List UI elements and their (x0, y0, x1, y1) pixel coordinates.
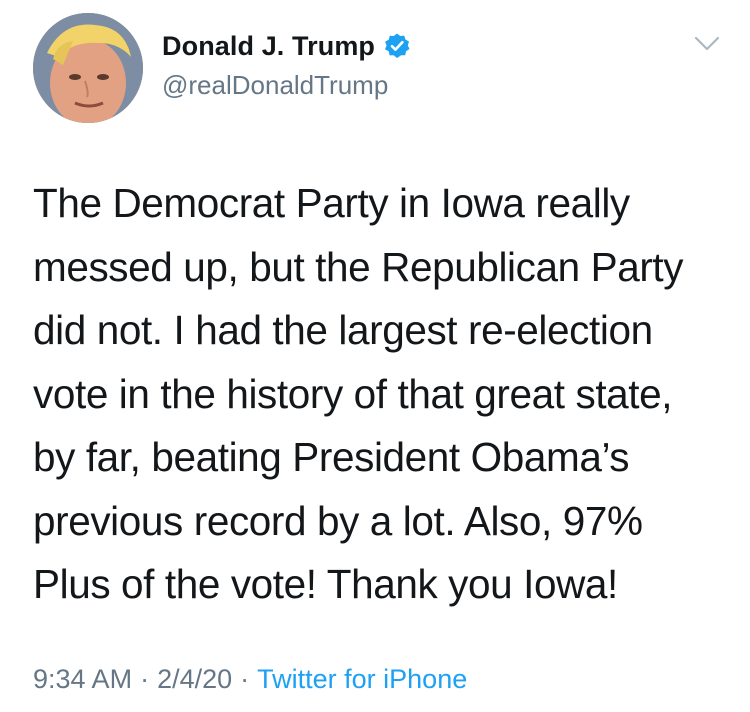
verified-badge-icon (383, 32, 411, 60)
chevron-down-icon[interactable] (694, 36, 720, 52)
tweet-card: Donald J. Trump @realDonaldTrump The Dem… (0, 0, 750, 712)
user-handle[interactable]: @realDonaldTrump (162, 70, 411, 101)
display-name[interactable]: Donald J. Trump (162, 31, 375, 62)
meta-separator: · (240, 664, 250, 694)
tweet-source-link[interactable]: Twitter for iPhone (257, 664, 467, 694)
tweet-header: Donald J. Trump @realDonaldTrump (162, 26, 411, 101)
tweet-text-line: vote in the history of that great state, (33, 370, 673, 417)
avatar[interactable] (33, 13, 143, 123)
tweet-text-line: did not. I had the largest re-election (33, 307, 653, 353)
meta-separator: · (140, 664, 150, 694)
tweet-meta: 9:34 AM · 2/4/20 · Twitter for iPhone (33, 664, 467, 695)
tweet-text-line: by far, beating President Obama’s (33, 434, 630, 480)
tweet-text-line: The Democrat Party in Iowa really (33, 180, 630, 226)
tweet-text-line: previous record by a lot. Also, 97% (33, 497, 643, 544)
tweet-time: 9:34 AM (33, 664, 133, 694)
tweet-text: The Democrat Party in Iowa really messed… (33, 172, 733, 617)
tweet-date: 2/4/20 (157, 664, 233, 694)
name-row: Donald J. Trump (162, 26, 411, 66)
tweet-text-line: Plus of the vote! Thank you Iowa! (33, 561, 618, 607)
tweet-text-line: messed up, but the Republican Party (33, 243, 684, 290)
profile-photo-icon (33, 13, 143, 123)
